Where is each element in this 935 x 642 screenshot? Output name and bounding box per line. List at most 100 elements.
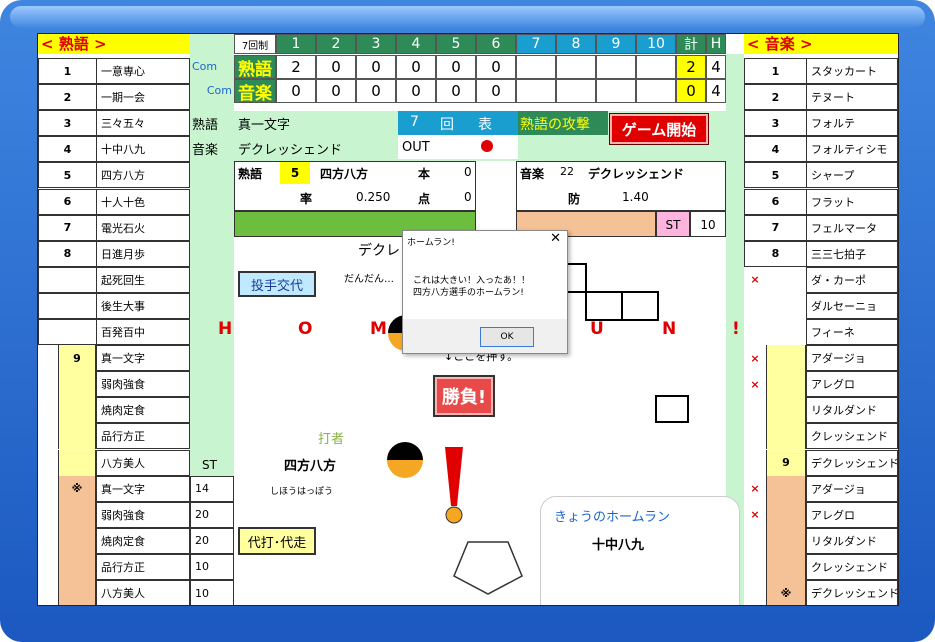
left-lineup-player[interactable]: 日進月歩 [96,240,190,267]
left-lineup-player[interactable]: 十中八九 [96,136,190,163]
score-team-name: 熟語 [234,55,276,80]
left-bullpen-mark: ※ [58,475,96,502]
inning-score: 0 [476,79,516,103]
current-team-2: 音楽 [192,143,219,158]
left-pitcher-player[interactable]: 品行方正 [96,423,190,450]
inning-score [636,55,676,79]
total-hits: 4 [706,55,726,79]
left-lineup-player[interactable]: 一期一会 [96,84,190,111]
game-board: < 熟語 >1 一意専心 2 一期一会 3 三々五々 4 十中八九 5 四方八方 6 十人十色 7 電光石… [37,33,899,606]
left-bullpen-player[interactable]: 品行方正 [96,553,190,580]
shoubu-button[interactable]: 勝負! [433,375,495,417]
inning-header: 5 [436,34,476,54]
inning-score: 0 [356,79,396,103]
right-pitcher-slot: 9 [766,449,806,476]
catcher-box [655,395,689,423]
left-bullpen-mark [58,580,96,605]
inning-score: 0 [436,79,476,103]
right-reserve-player[interactable]: ダルセーニョ [806,292,898,319]
inning-header: 6 [476,34,516,54]
inning-header: 2 [316,34,356,54]
right-pitcher-player[interactable]: デクレッシェンド [806,449,898,476]
inning-score [516,55,556,79]
inning-score: 0 [476,55,516,79]
right-lineup-player[interactable]: フェルマータ [806,214,898,241]
right-lineup-player[interactable]: シャープ [806,162,898,189]
right-pitcher-player[interactable]: アレグロ [806,371,898,398]
todays-homerun-name: 十中八九 [592,538,645,553]
right-pitcher-player[interactable]: クレッシェンド [806,423,898,450]
pinch-hitter-button[interactable]: 代打･代走 [238,527,316,555]
left-pitcher-player[interactable]: 八方美人 [96,449,190,476]
inning-header: 3 [356,34,396,54]
pitcher-change-button[interactable]: 投手交代 [238,271,316,297]
right-bullpen-mark [766,475,806,502]
left-pitcher-slot [58,449,96,476]
batter-head-top [387,442,423,460]
inning-score [556,55,596,79]
era-label: 防 [568,192,581,206]
start-game-button[interactable]: ゲーム開始 [609,113,709,145]
right-pitcher-player[interactable]: アダージョ [806,345,898,372]
com-label: Com [192,60,218,73]
right-bullpen-player[interactable]: アレグロ [806,501,898,528]
left-lineup-player[interactable]: 四方八方 [96,162,190,189]
right-lineup-player[interactable]: フラット [806,188,898,215]
total-header: 計 [676,34,706,54]
pitcher-unavailable-mark [744,423,766,450]
right-bullpen-player[interactable]: アダージョ [806,475,898,502]
left-lineup-player[interactable]: 十人十色 [96,188,190,215]
left-lineup-player[interactable]: 一意専心 [96,58,190,85]
right-lineup-player[interactable]: スタッカート [806,58,898,85]
left-bullpen-mark [58,553,96,580]
pitcher-unavailable-mark: × [744,371,766,398]
right-bullpen-player[interactable]: デクレッシェンド [806,580,898,605]
left-reserve-player[interactable]: 起死回生 [96,266,190,293]
left-bullpen-mark [58,501,96,528]
left-lineup-player[interactable]: 電光石火 [96,214,190,241]
com-label: Com [206,84,232,97]
inning-kai: 回 [440,117,454,133]
right-reserve-player[interactable]: フィーネ [806,319,898,346]
left-pitcher-pad [38,371,58,398]
left-bullpen-player[interactable]: 八方美人 [96,580,190,605]
batting-order-number: 2 [38,84,96,111]
right-pitcher-player[interactable]: リタルダンド [806,397,898,424]
left-pitcher-player[interactable]: 焼肉定食 [96,397,190,424]
right-reserve-player[interactable]: ダ・カーポ [806,266,898,293]
ok-button[interactable]: OK [480,327,534,347]
right-lineup-player[interactable]: フォルテ [806,110,898,137]
right-lineup-player[interactable]: テヌート [806,84,898,111]
left-reserve-blank [38,319,96,346]
right-bullpen-mark [766,553,806,580]
left-reserve-player[interactable]: 後生大事 [96,292,190,319]
batting-order-number: 5 [38,162,96,189]
left-bullpen-player[interactable]: 弱肉強食 [96,501,190,528]
left-pitcher-slot [58,371,96,398]
inning-score: 0 [276,79,316,103]
batting-order-number: 5 [744,162,806,189]
pitcher-unavailable-mark: × [744,345,766,372]
dialog-message-2: 四方八方選手のホームラン! [413,288,524,298]
inning-score [516,79,556,103]
right-bullpen-player[interactable]: リタルダンド [806,527,898,554]
out-indicator [481,140,493,152]
left-bullpen-player[interactable]: 真一文字 [96,475,190,502]
right-lineup-player[interactable]: フォルティシモ [806,136,898,163]
right-pitcher-slot [766,423,806,450]
inning-header: 1 [276,34,316,54]
left-bullpen-player[interactable]: 焼肉定食 [96,527,190,554]
rbi-label: 点 [418,192,431,206]
inning-score: 2 [276,55,316,79]
left-pitcher-player[interactable]: 真一文字 [96,345,190,372]
batting-order-number: 8 [744,240,806,267]
inning-header: 9 [596,34,636,54]
left-reserve-player[interactable]: 百発百中 [96,319,190,346]
right-bullpen-player[interactable]: クレッシェンド [806,553,898,580]
right-lineup-player[interactable]: 三三七拍子 [806,240,898,267]
left-reserve-blank [38,266,96,293]
pitcher-box-number: 22 [560,165,574,178]
left-pitcher-player[interactable]: 弱肉強食 [96,371,190,398]
left-lineup-player[interactable]: 三々五々 [96,110,190,137]
close-icon[interactable]: ✕ [550,231,561,246]
